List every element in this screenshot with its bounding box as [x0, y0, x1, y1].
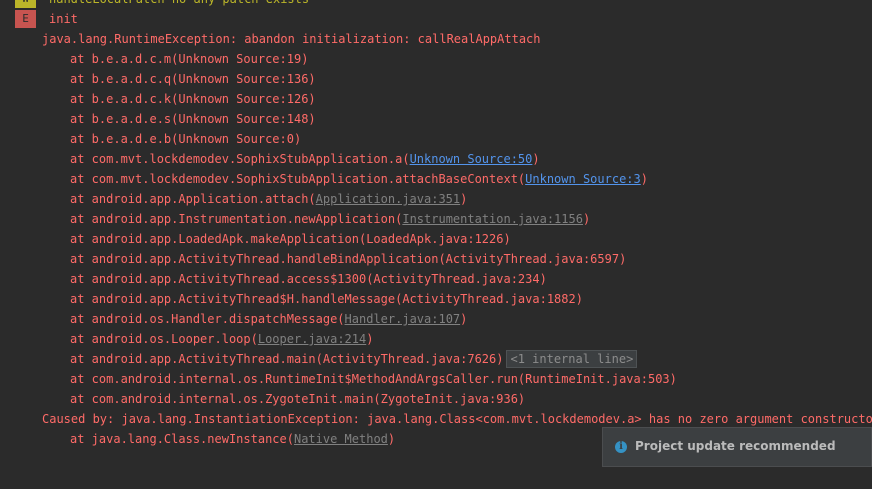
folded-frames-toggle[interactable]: <1 internal line>: [506, 350, 638, 368]
stack-frame: at b.e.a.d.e.b(Unknown Source:0): [0, 129, 872, 149]
stack-frame: at android.app.ActivityThread.main(Activ…: [0, 349, 872, 369]
source-link[interactable]: Unknown Source:50: [410, 152, 533, 166]
warning-message: handleLocalPatch no any patch exists: [49, 0, 309, 9]
log-row-exception: java.lang.RuntimeException: abandon init…: [0, 29, 872, 49]
stack-frame: at android.os.Handler.dispatchMessage(Ha…: [0, 309, 872, 329]
stack-frame: at com.android.internal.os.RuntimeInit$M…: [0, 369, 872, 389]
frame-tail: ): [582, 212, 591, 226]
caused-by-message: Caused by: java.lang.InstantiationExcept…: [42, 412, 872, 426]
log-row-caused-by: Caused by: java.lang.InstantiationExcept…: [0, 409, 872, 429]
stack-frame: at android.app.ActivityThread.handleBind…: [0, 249, 872, 269]
stack-frame: at android.app.LoadedApk.makeApplication…: [0, 229, 872, 249]
frame-text: at android.app.ActivityThread.handleBind…: [70, 252, 627, 266]
log-row-error-tag: E init: [0, 9, 872, 29]
frame-text: at android.app.LoadedApk.makeApplication…: [70, 232, 511, 246]
frame-text: at com.android.internal.os.ZygoteInit.ma…: [70, 392, 526, 406]
stack-frame: at b.e.a.d.c.q(Unknown Source:136): [0, 69, 872, 89]
exception-message: java.lang.RuntimeException: abandon init…: [42, 32, 541, 46]
stack-frame: at com.android.internal.os.ZygoteInit.ma…: [0, 389, 872, 409]
frame-tail: ): [532, 152, 540, 166]
frame-text: at b.e.a.d.c.q(Unknown Source:136): [70, 72, 316, 86]
frame-text: at android.app.ActivityThread$H.handleMe…: [70, 292, 583, 306]
library-source-link[interactable]: Instrumentation.java:1156: [402, 212, 583, 226]
stack-frame: at b.e.a.d.c.k(Unknown Source:126): [0, 89, 872, 109]
frame-text: at android.os.Looper.loop(: [70, 332, 258, 346]
stack-frame: at com.mvt.lockdemodev.SophixStubApplica…: [0, 149, 872, 169]
frame-text: at android.app.Application.attach(: [70, 192, 316, 206]
frame-tail: ): [366, 332, 374, 346]
frame-tail: ): [460, 192, 468, 206]
frame-text: at android.app.Instrumentation.newApplic…: [70, 212, 403, 226]
library-source-link[interactable]: Handler.java:107: [345, 312, 461, 326]
frame-text: at com.mvt.lockdemodev.SophixStubApplica…: [70, 172, 526, 186]
stack-frame: at com.mvt.lockdemodev.SophixStubApplica…: [0, 169, 872, 189]
frame-text: at java.lang.Class.newInstance(: [70, 432, 294, 446]
frame-tail: ): [387, 432, 396, 446]
frame-text: at android.app.ActivityThread.main(Activ…: [70, 352, 504, 366]
log-row-warning: W handleLocalPatch no any patch exists: [0, 0, 872, 9]
project-update-notification[interactable]: i Project update recommended: [602, 427, 872, 467]
frame-text: at b.e.a.d.c.k(Unknown Source:126): [70, 92, 316, 106]
error-tag: init: [49, 12, 78, 26]
stack-frame: at android.app.Instrumentation.newApplic…: [0, 209, 872, 229]
frame-text: at b.e.a.d.e.s(Unknown Source:148): [70, 112, 316, 126]
stack-frame: at android.app.ActivityThread$H.handleMe…: [0, 289, 872, 309]
source-link[interactable]: Unknown Source:3: [525, 172, 641, 186]
frame-text: at android.os.Handler.dispatchMessage(: [70, 312, 345, 326]
stack-frame: at android.app.Application.attach(Applic…: [0, 189, 872, 209]
frame-tail: ): [460, 312, 468, 326]
frame-tail: ): [640, 172, 648, 186]
info-icon: i: [615, 441, 627, 453]
frame-text: at com.android.internal.os.RuntimeInit$M…: [70, 372, 677, 386]
library-source-link[interactable]: Looper.java:214: [258, 332, 366, 346]
logcat-console: W handleLocalPatch no any patch exists E…: [0, 0, 872, 449]
stack-frame: at b.e.a.d.e.s(Unknown Source:148): [0, 109, 872, 129]
error-level-badge: E: [15, 10, 36, 28]
library-source-link[interactable]: Native Method: [294, 432, 388, 446]
stack-frame: at android.app.ActivityThread.access$130…: [0, 269, 872, 289]
warning-level-badge: W: [15, 0, 36, 8]
frame-text: at android.app.ActivityThread.access$130…: [70, 272, 547, 286]
notification-title: Project update recommended: [635, 439, 836, 453]
frame-text: at com.mvt.lockdemodev.SophixStubApplica…: [70, 152, 410, 166]
frame-text: at b.e.a.d.e.b(Unknown Source:0): [70, 132, 302, 146]
library-source-link[interactable]: Application.java:351: [316, 192, 461, 206]
stack-frame: at b.e.a.d.c.m(Unknown Source:19): [0, 49, 872, 69]
stack-frame: at android.os.Looper.loop(Looper.java:21…: [0, 329, 872, 349]
frame-text: at b.e.a.d.c.m(Unknown Source:19): [70, 52, 309, 66]
